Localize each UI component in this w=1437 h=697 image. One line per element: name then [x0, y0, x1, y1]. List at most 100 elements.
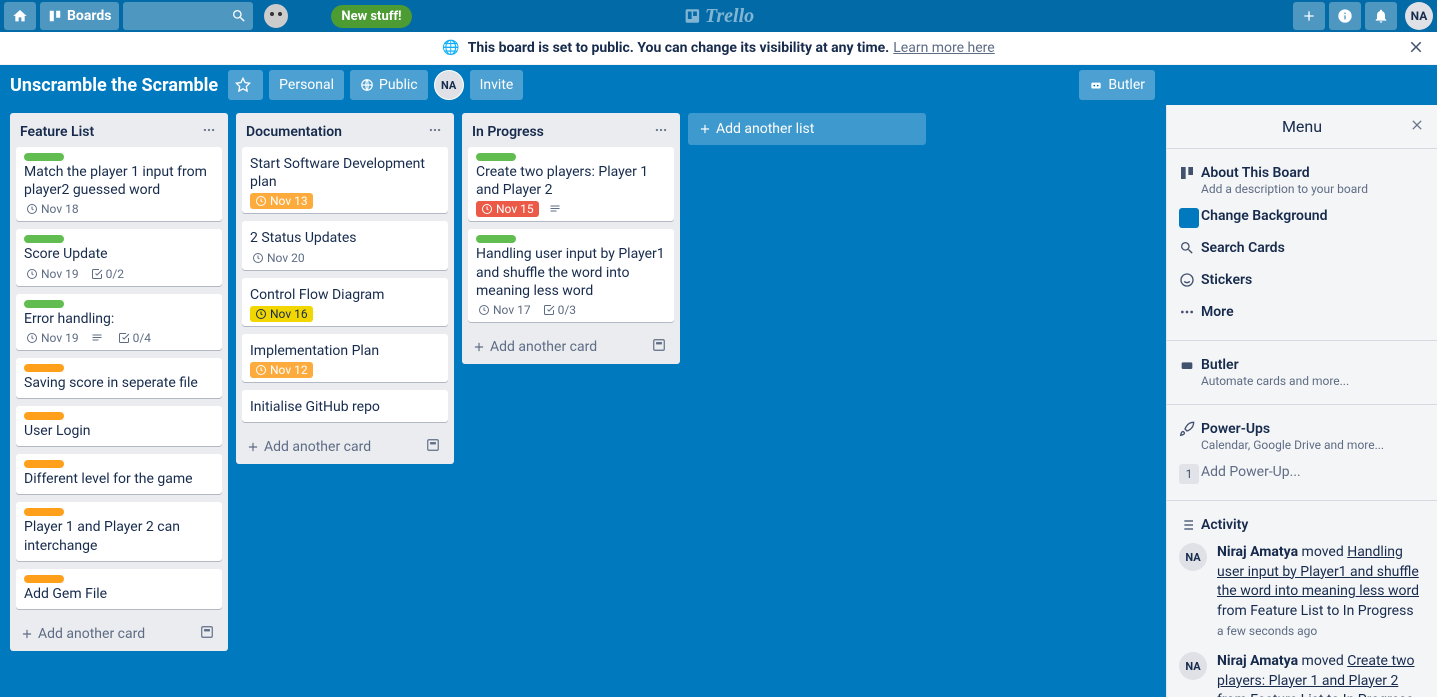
- activity-avatar[interactable]: NA: [1179, 652, 1207, 680]
- card-title: Start Software Development plan: [250, 155, 440, 191]
- menu-search[interactable]: Search Cards: [1179, 234, 1425, 266]
- due-badge: Nov 19: [24, 330, 81, 346]
- new-stuff-badge[interactable]: New stuff!: [331, 5, 411, 28]
- label-orange[interactable]: [24, 575, 64, 583]
- add-button[interactable]: [1293, 2, 1325, 30]
- list-menu-button[interactable]: [426, 121, 444, 143]
- checklist-icon: [118, 332, 130, 344]
- template-icon: [200, 625, 214, 639]
- label-green[interactable]: [476, 235, 516, 243]
- banner-link[interactable]: Learn more here: [893, 40, 994, 56]
- menu-powerups[interactable]: Power-UpsCalendar, Google Drive and more…: [1179, 415, 1425, 458]
- due-badge: Nov 16: [250, 306, 313, 322]
- clock-icon: [26, 332, 38, 344]
- clock-icon: [255, 364, 267, 376]
- card[interactable]: Saving score in seperate file: [16, 358, 222, 398]
- card[interactable]: Initialise GitHub repo: [242, 390, 448, 422]
- banner-close[interactable]: [1407, 38, 1425, 60]
- card[interactable]: Handling user input by Player1 and shuff…: [468, 229, 674, 322]
- star-button[interactable]: [228, 70, 263, 100]
- card[interactable]: Score UpdateNov 190/2: [16, 229, 222, 285]
- user-avatar[interactable]: NA: [1405, 2, 1433, 30]
- menu-about[interactable]: About This BoardAdd a description to you…: [1179, 159, 1425, 202]
- member-avatar[interactable]: NA: [434, 70, 464, 100]
- menu-add-powerup[interactable]: 1Add Power-Up...: [1179, 458, 1425, 490]
- add-card-button[interactable]: Add another card: [236, 430, 454, 464]
- activity-avatar[interactable]: NA: [1179, 543, 1207, 571]
- checklist-icon: [543, 304, 555, 316]
- card[interactable]: Match the player 1 input from player2 gu…: [16, 147, 222, 221]
- menu-close[interactable]: [1409, 117, 1425, 137]
- powerup-count: 1: [1179, 464, 1199, 484]
- invite-button[interactable]: Invite: [470, 70, 524, 100]
- template-button[interactable]: [200, 625, 218, 643]
- card[interactable]: Implementation PlanNov 12: [242, 334, 448, 382]
- public-button[interactable]: Public: [350, 70, 428, 100]
- search-input[interactable]: [123, 2, 253, 30]
- label-green[interactable]: [476, 153, 516, 161]
- plus-icon: [1301, 8, 1317, 24]
- card-title: User Login: [24, 422, 214, 440]
- label-orange[interactable]: [24, 508, 64, 516]
- trello-logo[interactable]: Trello: [683, 5, 754, 28]
- due-badge: Nov 15: [476, 201, 539, 217]
- list-title[interactable]: In Progress: [472, 124, 652, 140]
- list-title[interactable]: Feature List: [20, 124, 200, 140]
- due-badge: Nov 12: [250, 362, 313, 378]
- list-menu-button[interactable]: [200, 121, 218, 143]
- add-card-button[interactable]: Add another card: [462, 330, 680, 364]
- list-title[interactable]: Documentation: [246, 124, 426, 140]
- card[interactable]: User Login: [16, 406, 222, 446]
- board-menu: Menu About This BoardAdd a description t…: [1166, 105, 1437, 697]
- personal-button[interactable]: Personal: [269, 70, 344, 100]
- boards-button[interactable]: Boards: [40, 2, 119, 30]
- boards-label: Boards: [67, 8, 111, 24]
- menu-stickers[interactable]: Stickers: [1179, 266, 1425, 298]
- template-button[interactable]: [426, 438, 444, 456]
- card[interactable]: Start Software Development plan Nov 13: [242, 147, 448, 213]
- card[interactable]: Player 1 and Player 2 can interchange: [16, 502, 222, 560]
- card-title: Saving score in seperate file: [24, 374, 214, 392]
- label-green[interactable]: [24, 153, 64, 161]
- template-button[interactable]: [652, 338, 670, 356]
- add-card-button[interactable]: Add another card: [10, 617, 228, 651]
- home-button[interactable]: [4, 2, 36, 30]
- card[interactable]: Different level for the game: [16, 454, 222, 494]
- card[interactable]: Error handling:Nov 190/4: [16, 294, 222, 350]
- butler-button[interactable]: Butler: [1079, 70, 1155, 100]
- description-icon: [549, 203, 561, 215]
- list-menu-button[interactable]: [652, 121, 670, 143]
- due-badge: Nov 20: [250, 250, 307, 266]
- globe-icon: [360, 78, 374, 92]
- card-title: Different level for the game: [24, 470, 214, 488]
- board-icon: [1179, 165, 1195, 181]
- menu-background[interactable]: Change Background: [1179, 202, 1425, 234]
- notifications-button[interactable]: [1365, 2, 1397, 30]
- card[interactable]: Control Flow DiagramNov 16: [242, 278, 448, 326]
- activity-time: a few seconds ago: [1217, 623, 1425, 640]
- checklist-badge: 0/4: [116, 330, 153, 346]
- info-button[interactable]: [1329, 2, 1361, 30]
- bell-icon: [1373, 8, 1389, 24]
- card[interactable]: Create two players: Player 1 and Player …: [468, 147, 674, 221]
- description-icon: [91, 332, 103, 344]
- label-orange[interactable]: [24, 412, 64, 420]
- add-list-button[interactable]: Add another list: [688, 113, 926, 145]
- card[interactable]: 2 Status Updates Nov 20: [242, 221, 448, 269]
- board-name[interactable]: Unscramble the Scramble: [10, 75, 218, 96]
- label-green[interactable]: [24, 235, 64, 243]
- plus-icon: [698, 122, 712, 136]
- card-title: 2 Status Updates: [250, 229, 440, 247]
- mascot-icon: [261, 1, 291, 31]
- label-orange[interactable]: [24, 364, 64, 372]
- label-orange[interactable]: [24, 460, 64, 468]
- description-badge: [89, 331, 108, 345]
- card[interactable]: Add Gem File: [16, 569, 222, 609]
- menu-more[interactable]: More: [1179, 298, 1425, 330]
- search-icon: [1179, 240, 1195, 256]
- more-icon: [428, 123, 442, 137]
- label-green[interactable]: [24, 300, 64, 308]
- due-badge: Nov 13: [250, 193, 313, 209]
- card-title: Player 1 and Player 2 can interchange: [24, 518, 214, 554]
- menu-butler[interactable]: ButlerAutomate cards and more...: [1179, 351, 1425, 394]
